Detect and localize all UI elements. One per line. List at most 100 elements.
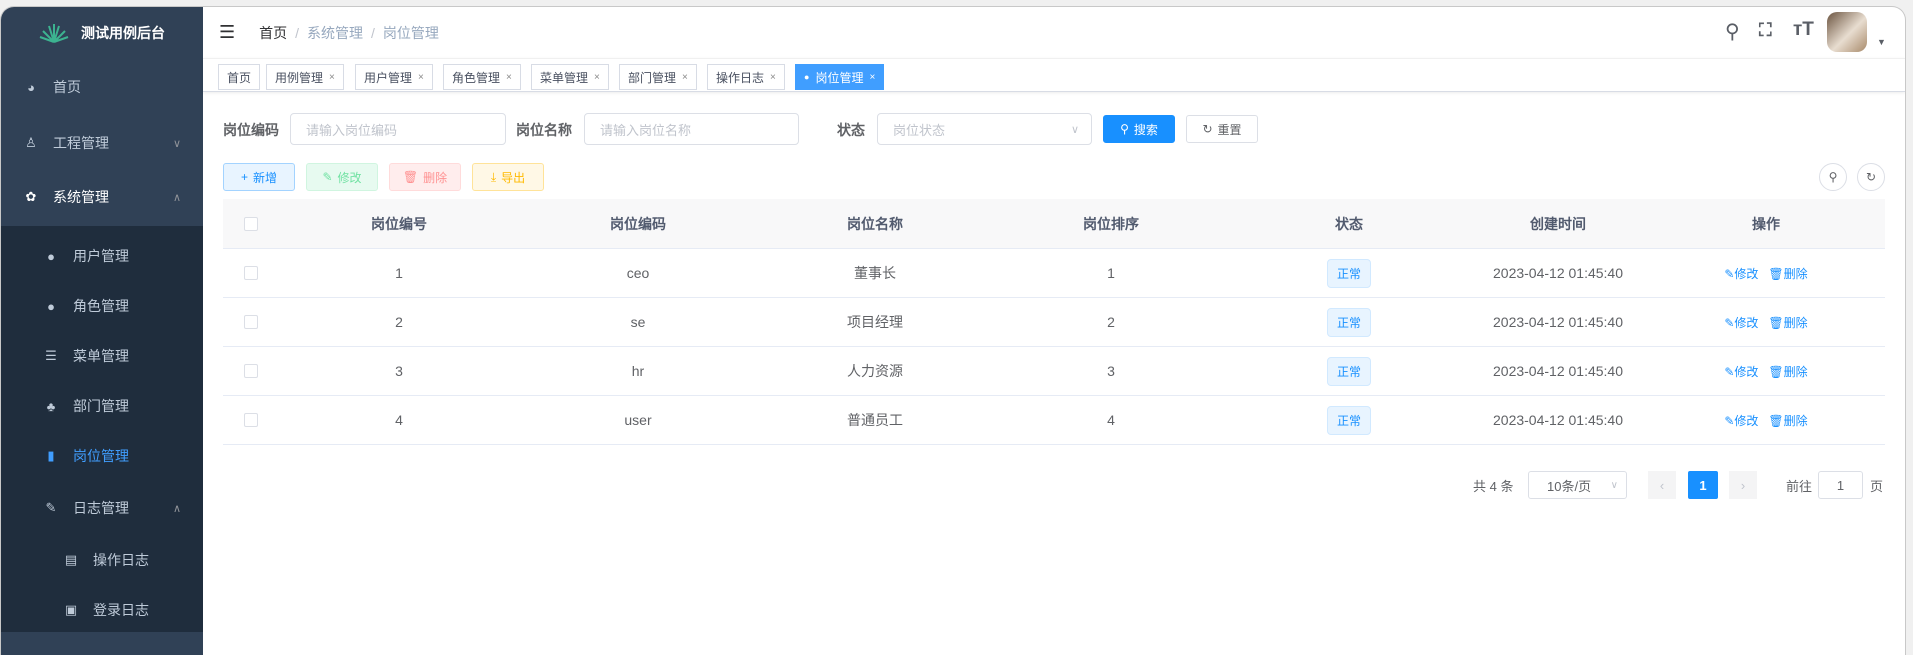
table-row: 3 hr 人力资源 3 正常 2023-04-12 01:45:40 ✎修改 🗑删… <box>223 347 1885 396</box>
goto-page-input[interactable]: 1 <box>1818 471 1863 499</box>
fullscreen-icon[interactable]: ⛶ <box>1759 20 1772 41</box>
hamburger-icon[interactable]: ☰ <box>219 22 235 43</box>
sidebar-item-user[interactable]: ● 用户管理 <box>1 233 203 279</box>
close-icon[interactable]: × <box>869 72 875 83</box>
row-checkbox[interactable] <box>244 315 258 329</box>
trash-icon: 🗑 <box>402 170 419 184</box>
name-input[interactable]: 请输入岗位名称 <box>584 113 799 145</box>
row-edit-link[interactable]: ✎修改 <box>1724 265 1758 282</box>
pagination-total: 共 4 条 <box>1473 478 1514 494</box>
column-header: 操作 <box>1752 215 1780 232</box>
sidebar-item-role[interactable]: ● 角色管理 <box>1 283 203 329</box>
search-icon: ⚲ <box>1828 170 1838 184</box>
sidebar-item-logininfor[interactable]: ▣ 登录日志 <box>1 587 203 633</box>
tab-role[interactable]: 角色管理 × <box>443 64 521 90</box>
sidebar-item-dept[interactable]: ♣ 部门管理 <box>1 383 203 429</box>
cell-created: 2023-04-12 01:45:40 <box>1493 412 1623 428</box>
avatar[interactable] <box>1827 12 1867 52</box>
tab-post[interactable]: ● 岗位管理 × <box>795 64 885 90</box>
next-page-button[interactable]: › <box>1729 471 1757 499</box>
row-delete-link[interactable]: 🗑删除 <box>1768 265 1807 282</box>
add-button[interactable]: + 新增 <box>223 163 295 191</box>
logo-icon <box>39 24 69 43</box>
page-size-select[interactable]: 10条/页 ∨ <box>1528 471 1627 499</box>
search-icon: ⚲ <box>1120 122 1129 136</box>
tab-home[interactable]: 首页 <box>218 64 261 90</box>
close-icon[interactable]: × <box>682 72 688 83</box>
sidebar-item-log[interactable]: ✎ 日志管理 ∧ <box>1 485 203 531</box>
tab-operlog[interactable]: 操作日志 × <box>707 64 785 90</box>
sidebar-item-project[interactable]: ♙ 工程管理 ∨ <box>1 125 203 161</box>
row-checkbox[interactable] <box>244 364 258 378</box>
tab-menu[interactable]: 菜单管理 × <box>531 64 609 90</box>
goto-suffix: 页 <box>1870 478 1884 494</box>
code-input[interactable]: 请输入岗位编码 <box>290 113 506 145</box>
column-header: 岗位编码 <box>610 215 666 232</box>
edit-icon: ✎ <box>1724 315 1735 330</box>
post-icon: ▮ <box>47 448 55 463</box>
download-icon: ⤓ <box>490 169 497 184</box>
row-checkbox[interactable] <box>244 266 258 280</box>
logo: 测试用例后台 <box>1 7 203 59</box>
close-icon[interactable]: × <box>506 72 512 83</box>
reset-button[interactable]: ↻ 重置 <box>1186 115 1258 143</box>
search-icon[interactable]: ⚲ <box>1725 19 1740 44</box>
status-badge: 正常 <box>1326 307 1372 337</box>
column-header: 岗位排序 <box>1083 215 1139 232</box>
chevron-up-icon: ∧ <box>172 502 181 515</box>
project-icon: ♙ <box>25 135 37 150</box>
sidebar-item-operlog[interactable]: ▤ 操作日志 <box>1 537 203 583</box>
edit-icon: ✎ <box>322 170 333 184</box>
row-edit-link[interactable]: ✎修改 <box>1724 412 1758 429</box>
cell-created: 2023-04-12 01:45:40 <box>1493 314 1623 330</box>
export-button[interactable]: ⤓ 导出 <box>472 163 544 191</box>
delete-button[interactable]: 🗑 删除 <box>389 163 461 191</box>
cell-code: ceo <box>626 265 650 281</box>
trash-icon: 🗑 <box>1768 413 1784 428</box>
sidebar-item-system[interactable]: ✿ 系统管理 ∧ <box>1 179 203 215</box>
edit-button[interactable]: ✎ 修改 <box>306 163 378 191</box>
refresh-icon: ↻ <box>1865 170 1877 184</box>
sidebar-item-home[interactable]: ◕ 首页 <box>1 69 203 105</box>
navbar: ☰ 首页 / 系统管理 / 岗位管理 ⚲ ⛶ тT ▼ <box>203 7 1905 58</box>
cell-id: 3 <box>395 363 403 379</box>
chevron-down-icon: ∨ <box>1610 479 1618 491</box>
close-icon[interactable]: × <box>594 72 600 83</box>
row-edit-link[interactable]: ✎修改 <box>1724 314 1758 331</box>
breadcrumb-item: 系统管理 <box>307 24 364 41</box>
close-icon[interactable]: × <box>418 72 424 83</box>
row-checkbox[interactable] <box>244 413 258 427</box>
close-icon[interactable]: × <box>329 72 335 83</box>
page-1-button[interactable]: 1 <box>1688 471 1718 499</box>
tab-user[interactable]: 用户管理 × <box>355 64 433 90</box>
row-delete-link[interactable]: 🗑删除 <box>1768 314 1807 331</box>
refresh-icon: ↻ <box>1202 122 1213 136</box>
tab-case[interactable]: 用例管理 × <box>266 64 344 90</box>
post-table: 岗位编号 岗位编码 岗位名称 岗位排序 状态 创建时间 操作 1 ceo 董事长… <box>223 199 1885 445</box>
select-all-checkbox[interactable] <box>244 216 258 231</box>
trash-icon: 🗑 <box>1768 315 1784 330</box>
caret-down-icon[interactable]: ▼ <box>1877 37 1886 47</box>
toggle-search-button[interactable]: ⚲ <box>1819 163 1847 191</box>
row-edit-link[interactable]: ✎修改 <box>1724 363 1758 380</box>
logininfor-icon: ▣ <box>64 602 78 617</box>
status-select[interactable]: 岗位状态 ∨ <box>877 113 1092 145</box>
cell-name: 人力资源 <box>847 363 903 379</box>
sidebar-item-menu[interactable]: ☰ 菜单管理 <box>1 333 203 379</box>
search-button[interactable]: ⚲ 搜索 <box>1103 115 1175 143</box>
row-delete-link[interactable]: 🗑删除 <box>1768 412 1807 429</box>
edit-icon: ✎ <box>1724 364 1735 379</box>
font-size-icon[interactable]: тT <box>1793 19 1814 41</box>
row-delete-link[interactable]: 🗑删除 <box>1768 363 1807 380</box>
cell-created: 2023-04-12 01:45:40 <box>1493 363 1623 379</box>
breadcrumb-item: 岗位管理 <box>382 24 439 41</box>
prev-page-button[interactable]: ‹ <box>1648 471 1676 499</box>
refresh-button[interactable]: ↻ <box>1857 163 1885 191</box>
sidebar-item-post[interactable]: ▮ 岗位管理 <box>1 433 203 479</box>
close-icon[interactable]: × <box>770 72 776 83</box>
tab-dept[interactable]: 部门管理 × <box>619 64 697 90</box>
tags-view: 首页 用例管理 × 用户管理 × 角色管理 × 菜单管理 × 部门管理 × 操作日志 × ●… <box>203 58 1905 92</box>
breadcrumb-item[interactable]: 首页 <box>259 23 287 43</box>
form-icon: ▤ <box>64 552 78 567</box>
status-badge: 正常 <box>1326 405 1372 435</box>
